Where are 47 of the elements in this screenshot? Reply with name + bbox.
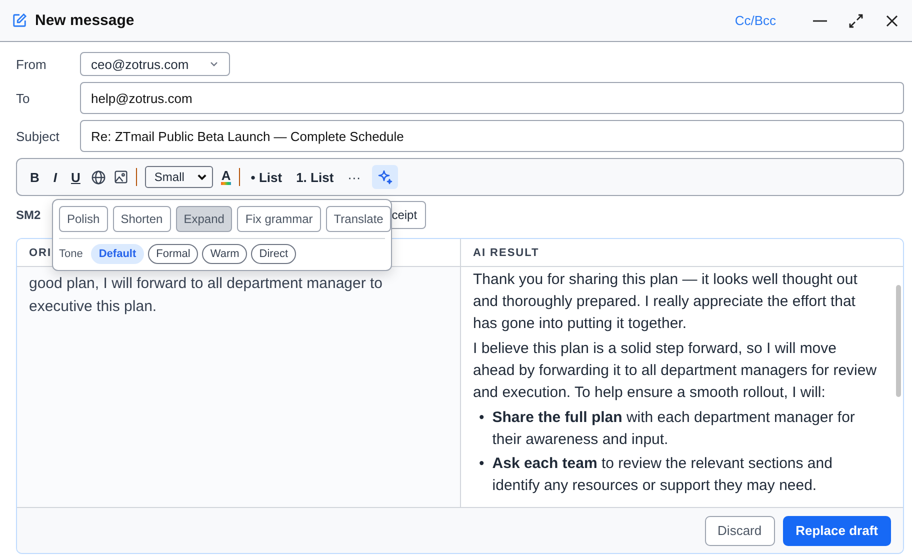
bullet-marker: • xyxy=(479,408,484,428)
globe-icon[interactable] xyxy=(91,170,106,184)
column-heading: ORI xyxy=(29,246,52,258)
signature-label: SM2 xyxy=(16,208,41,222)
from-select[interactable]: ceo@zotrus.com xyxy=(80,52,230,76)
tone-chip[interactable]: Default xyxy=(90,244,144,264)
ai-action-button[interactable]: Polish xyxy=(59,206,108,232)
tone-label: Tone xyxy=(59,248,83,260)
underline-button[interactable]: U xyxy=(68,170,84,184)
ai-action-button[interactable]: Shorten xyxy=(112,206,171,232)
ai-action-button[interactable]: Fix grammar xyxy=(237,206,321,232)
text-color-button[interactable]: A xyxy=(221,169,231,185)
column-heading: AI RESULT xyxy=(473,246,540,258)
result-paragraph: I believe this plan is a solid step forward, so I will move ahead by forwarding it to all department managers for review and execution. To help ensure a smooth rollout, I will: xyxy=(473,339,878,403)
close-icon[interactable] xyxy=(884,12,900,28)
result-bullet: Ask each team to review the relevant sections and identify any resources or support they may need. xyxy=(492,454,834,496)
caret-icon xyxy=(209,59,219,69)
ai-action-button[interactable]: Expand xyxy=(176,206,232,232)
font-size-select[interactable]: Small xyxy=(145,166,214,188)
original-text: good plan, I will forward to all department manager to executive this plan. xyxy=(29,274,384,316)
image-icon[interactable] xyxy=(114,170,128,184)
sparkle-icon xyxy=(376,169,393,185)
bullet-marker: • xyxy=(479,454,484,474)
tone-chip[interactable]: Direct xyxy=(251,244,296,264)
ai-button[interactable] xyxy=(372,165,398,189)
expand-icon[interactable] xyxy=(848,12,864,28)
input-field[interactable]: help@zotrus.com xyxy=(80,82,904,114)
field-label: From xyxy=(16,56,48,72)
scrollbar-thumb[interactable] xyxy=(896,285,901,397)
italic-button[interactable]: I xyxy=(50,170,60,184)
list-button[interactable]: • List xyxy=(248,170,286,184)
replace-draft-button[interactable]: Replace draft xyxy=(782,516,891,546)
list-button[interactable]: 1. List xyxy=(293,170,337,184)
window-title: New message xyxy=(35,12,136,29)
field-label: To xyxy=(16,90,31,106)
result-bullet: Share the full plan with each department manager for their awareness and input. xyxy=(492,408,856,450)
more-button[interactable]: ··· xyxy=(344,170,364,184)
result-paragraph: Thank you for sharing this plan — it looks well thought out and thoroughly prepared. I really appreciate the effort that has gone into putting it together. xyxy=(473,270,858,334)
tone-chip[interactable]: Warm xyxy=(202,244,248,264)
input-field[interactable]: Re: ZTmail Public Beta Launch — Complete Schedule xyxy=(80,120,904,152)
bold-button[interactable]: B xyxy=(27,170,42,184)
discard-button[interactable]: Discard xyxy=(704,516,775,546)
ai-action-button[interactable]: Translate xyxy=(326,206,392,232)
field-label: Subject xyxy=(16,128,60,144)
tone-chip[interactable]: Formal xyxy=(148,244,198,264)
cc-bcc-link[interactable]: Cc/Bcc xyxy=(734,13,776,28)
compose-icon xyxy=(12,13,27,28)
